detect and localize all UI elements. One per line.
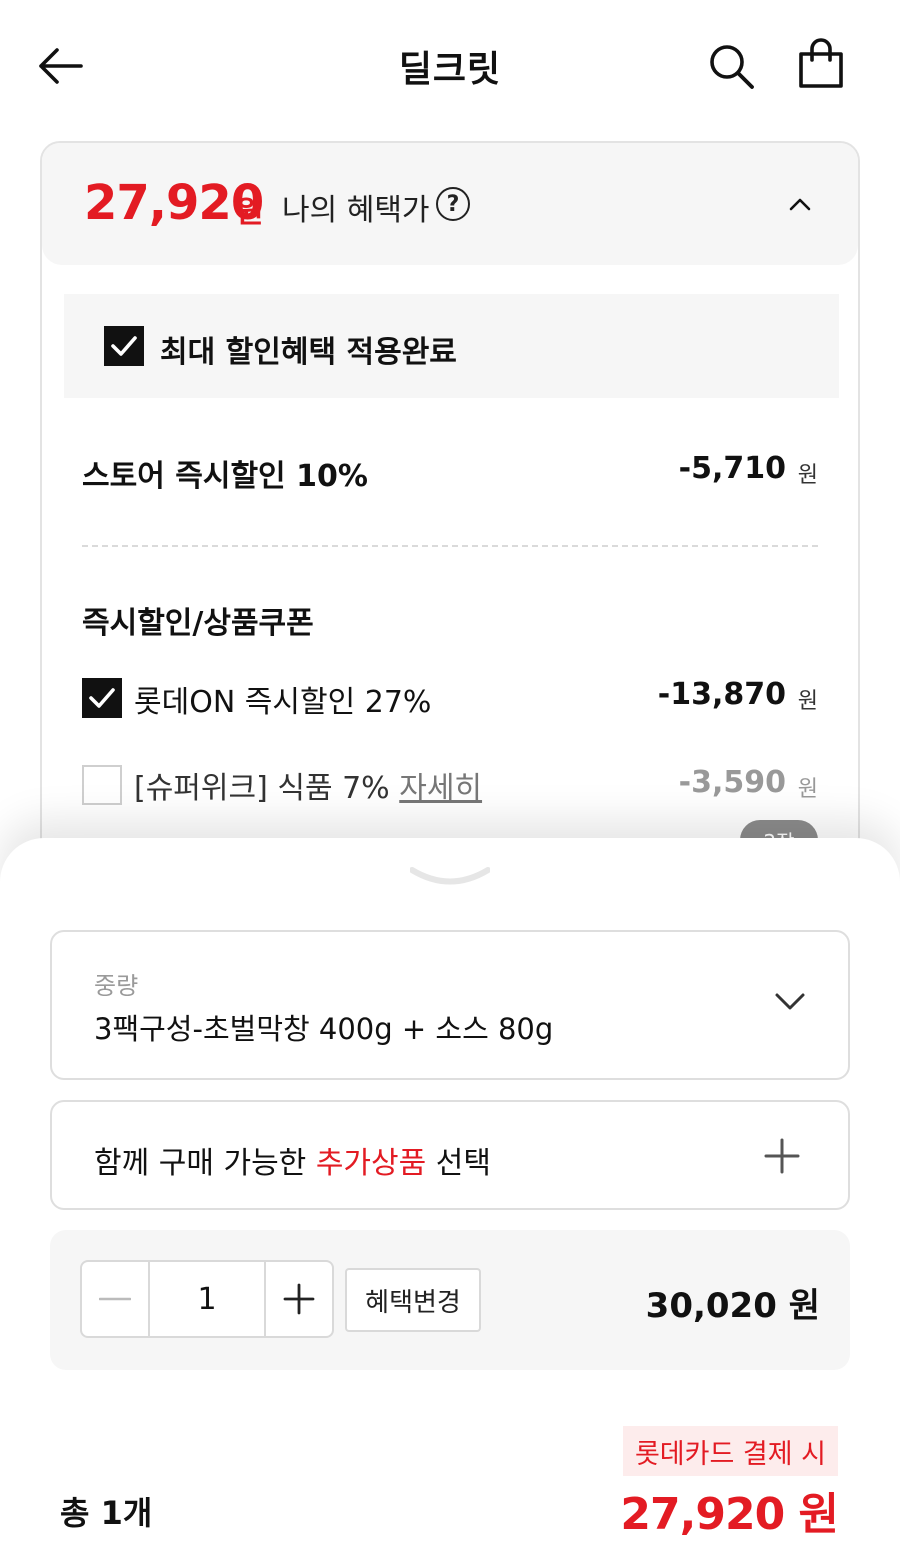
option-select[interactable]: 중량 3팩구성-초벌막창 400g + 소스 80g (50, 930, 850, 1080)
sheet-handle[interactable] (405, 862, 495, 892)
addon-plus (762, 1136, 802, 1176)
top-app-bar: 딜크릿 (0, 0, 900, 130)
collapse-button[interactable] (780, 187, 820, 221)
addon-prefix: 함께 구매 가능한 (94, 1146, 307, 1181)
coupon-unit-lotteon: 원 (797, 689, 818, 714)
help-glyph: ? (446, 191, 460, 217)
store-discount-unit: 원 (797, 463, 818, 488)
coupon-detail-link[interactable]: 자세히 (399, 771, 482, 806)
search-icon (710, 45, 754, 89)
checkmark-icon (89, 688, 115, 708)
cart-button[interactable] (793, 36, 849, 92)
store-discount-label: 스토어 즉시할인 10% (82, 459, 368, 494)
card-payment-tag: 롯데카드 결제 시 (622, 1426, 838, 1476)
max-benefit-checkbox[interactable] (104, 326, 144, 366)
total-count: 총 1개 (60, 1494, 153, 1532)
minus-icon (99, 1297, 131, 1301)
option-chevron (770, 986, 810, 1016)
shopping-bag-icon (799, 38, 843, 88)
purchase-bottom-sheet: 중량 3팩구성-초벌막창 400g + 소스 80g 함께 구매 가능한 추가상… (0, 838, 900, 1567)
benefit-price-label: 나의 혜택가 (282, 193, 430, 228)
quantity-stepper: 1 (80, 1260, 334, 1338)
coupon-amount-superweek: -3,590 (678, 765, 786, 800)
quantity-plus-button[interactable] (264, 1262, 332, 1336)
max-benefit-box: 최대 할인혜택 적용완료 (64, 294, 839, 398)
option-value: 3팩구성-초벌막창 400g + 소스 80g (94, 1012, 554, 1046)
coupon-label-lotteon: 롯데ON 즉시할인 27% (134, 685, 432, 720)
plus-icon (764, 1138, 800, 1174)
search-button[interactable] (703, 38, 759, 94)
quantity-value[interactable]: 1 (150, 1262, 264, 1336)
max-benefit-label: 최대 할인혜택 적용완료 (160, 335, 457, 370)
addon-text: 함께 구매 가능한 추가상품 선택 (94, 1138, 491, 1182)
benefit-price-unit: 원 (236, 195, 264, 230)
store-discount-amount: -5,710 (678, 451, 786, 486)
addon-select[interactable]: 함께 구매 가능한 추가상품 선택 (50, 1100, 850, 1210)
coupon-checkbox-superweek[interactable] (82, 765, 122, 805)
option-label: 중량 (94, 972, 139, 1000)
dashed-divider (82, 545, 818, 547)
page-title: 딜크릿 (398, 49, 502, 90)
coupon-label-superweek-wrap: [슈퍼위크] 식품 7% 자세히 (134, 763, 482, 807)
chevron-up-icon (789, 198, 811, 211)
benefit-summary-header[interactable]: 27,920 원 나의 혜택가 ? (42, 143, 858, 265)
coupon-checkbox-lotteon[interactable] (82, 678, 122, 718)
chevron-down-icon (775, 993, 805, 1010)
coupon-unit-superweek: 원 (797, 777, 818, 802)
coupon-section-title: 즉시할인/상품쿠폰 (82, 606, 314, 641)
plus-icon (283, 1283, 315, 1315)
item-price: 30,020 원 (645, 1286, 820, 1326)
benefit-change-button[interactable]: 혜택변경 (345, 1268, 481, 1332)
coupon-amount-lotteon: -13,870 (657, 677, 786, 712)
quantity-minus-button[interactable] (82, 1262, 150, 1336)
checkmark-icon (111, 336, 137, 356)
total-price: 27,920 원 (620, 1489, 839, 1540)
addon-suffix: 선택 (435, 1146, 491, 1181)
chevron-down-icon (410, 867, 490, 885)
quantity-panel: 1 혜택변경 30,020 원 (50, 1230, 850, 1370)
help-icon[interactable]: ? (436, 187, 470, 221)
addon-highlight: 추가상품 (315, 1146, 427, 1181)
coupon-label-superweek: [슈퍼위크] 식품 7% (134, 771, 390, 806)
benefit-panel: 27,920 원 나의 혜택가 ? 최대 할인혜택 적용완료 스토어 즉시할인 … (40, 141, 860, 901)
